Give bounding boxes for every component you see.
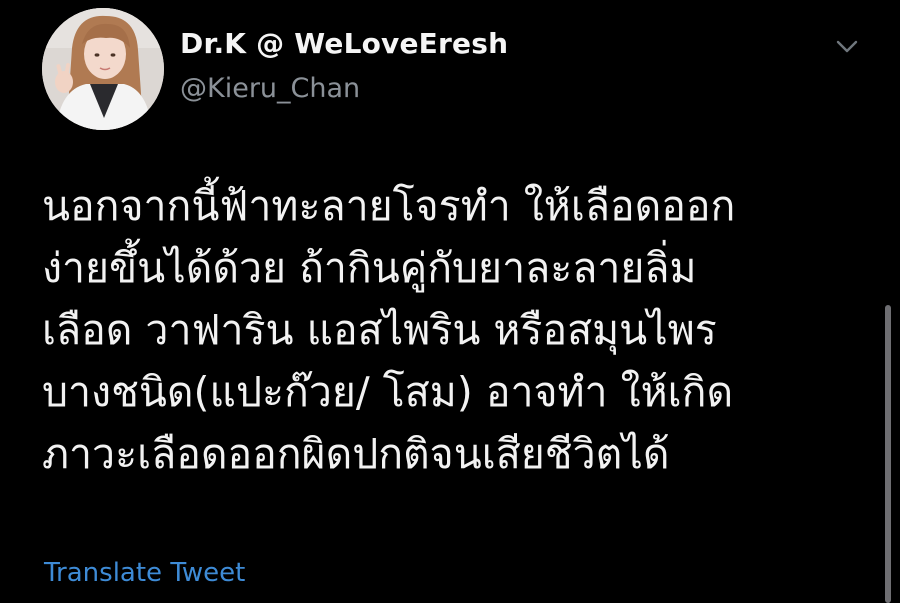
tweet-menu-button[interactable] <box>830 34 864 60</box>
tweet-text-line: บางชนิด(แปะก๊วย/ โสม) อาจทำ ให้เกิด <box>42 368 734 416</box>
chevron-down-icon <box>836 40 858 53</box>
tweet-text-line: นอกจากนี้ฟ้าทะลายโจรทำ ให้เลือดออก <box>42 182 736 230</box>
avatar-photo-icon <box>42 8 164 130</box>
tweet-text-line: เลือด วาฟาริน แอสไพริน หรือสมุนไพร <box>42 306 717 354</box>
scrollbar[interactable] <box>885 305 891 603</box>
tweet-text-line: ภาวะเลือดออกผิดปกติจนเสียชีวิตได้ <box>42 430 670 478</box>
avatar[interactable] <box>42 8 164 130</box>
author-handle[interactable]: @Kieru_Chan <box>180 73 360 104</box>
translate-tweet-link[interactable]: Translate Tweet <box>44 558 245 588</box>
author-display-name[interactable]: Dr.K @ WeLoveEresh <box>180 27 508 60</box>
tweet: Dr.K @ WeLoveEresh @Kieru_Chan นอกจากนี้… <box>0 0 900 603</box>
tweet-text: นอกจากนี้ฟ้าทะลายโจรทำ ให้เลือดออก ง่ายข… <box>42 175 842 485</box>
tweet-text-line: ง่ายขึ้นได้ด้วย ถ้ากินคู่กับยาละลายลิ่ม <box>42 244 697 292</box>
